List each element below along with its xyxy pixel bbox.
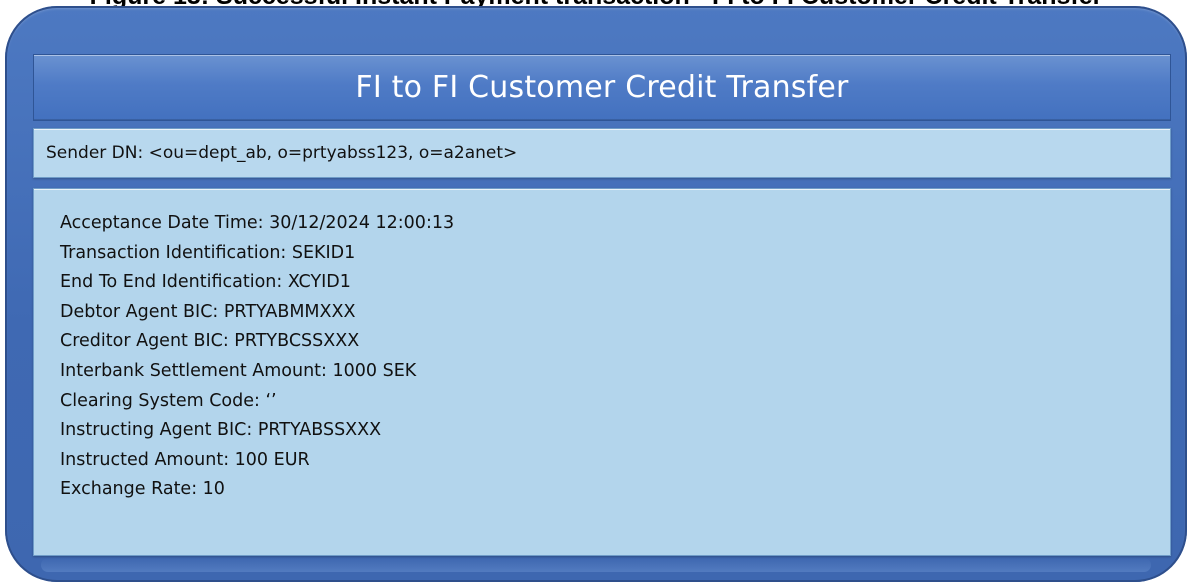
detail-clearing-system-code: Clearing System Code: ‘’ — [60, 390, 277, 411]
message-panel: FI to FI Customer Credit Transfer Sender… — [5, 6, 1187, 582]
sender-dn: Sender DN: <ou=dept_ab, o=prtyabss123, o… — [46, 143, 518, 163]
detail-debtor-agent-bic: Debtor Agent BIC: PRTYABMMXXX — [60, 301, 356, 322]
detail-transaction-identification: Transaction Identification: SEKID1 — [60, 242, 356, 263]
detail-instructed-amount: Instructed Amount: 100 EUR — [60, 449, 310, 470]
details-list: Acceptance Date Time: 30/12/2024 12:00:1… — [60, 209, 454, 505]
detail-acceptance-date-time: Acceptance Date Time: 30/12/2024 12:00:1… — [60, 213, 455, 233]
detail-interbank-settlement-amount: Interbank Settlement Amount: 1000 SEK — [60, 360, 417, 381]
message-title-band: FI to FI Customer Credit Transfer — [33, 54, 1171, 121]
details-box: Acceptance Date Time: 30/12/2024 12:00:1… — [33, 188, 1171, 556]
message-title: FI to FI Customer Credit Transfer — [355, 70, 849, 105]
detail-end-to-end-identification: End To End Identification: XCYID1 — [60, 272, 351, 293]
detail-creditor-agent-bic: Creditor Agent BIC: PRTYBCSSXXX — [60, 331, 360, 352]
detail-exchange-rate: Exchange Rate: 10 — [60, 479, 225, 500]
detail-instructing-agent-bic: Instructing Agent BIC: PRTYABSSXXX — [60, 420, 382, 441]
sender-box: Sender DN: <ou=dept_ab, o=prtyabss123, o… — [33, 128, 1171, 178]
